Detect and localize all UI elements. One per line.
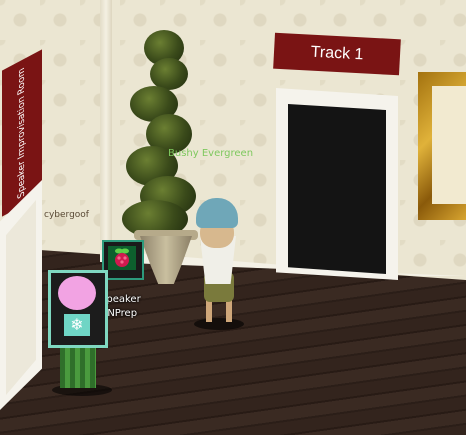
- game-scene: Track 1 Speaker Improvisation Room Bushy…: [0, 0, 466, 435]
- painting-canvas: [432, 86, 466, 204]
- raspberry-pi-icon[interactable]: [108, 246, 136, 270]
- wall-pillar: [100, 0, 112, 260]
- player-name-cybergoof: cybergoof: [44, 210, 89, 220]
- snowflake-icon: ❄: [64, 314, 90, 336]
- player-avatar-face[interactable]: [58, 276, 96, 310]
- track-1-sign: Track 1: [273, 32, 401, 76]
- npc-name-bushy-evergreen: Bushy Evergreen: [168, 148, 254, 159]
- track-1-sign-label: Track 1: [310, 43, 364, 64]
- speaker-room-sign-label: Speaker Improvisation Room: [16, 65, 27, 201]
- npc-legs: [206, 300, 232, 322]
- npc-hat[interactable]: [196, 198, 238, 228]
- track-1-door-opening[interactable]: [288, 104, 386, 274]
